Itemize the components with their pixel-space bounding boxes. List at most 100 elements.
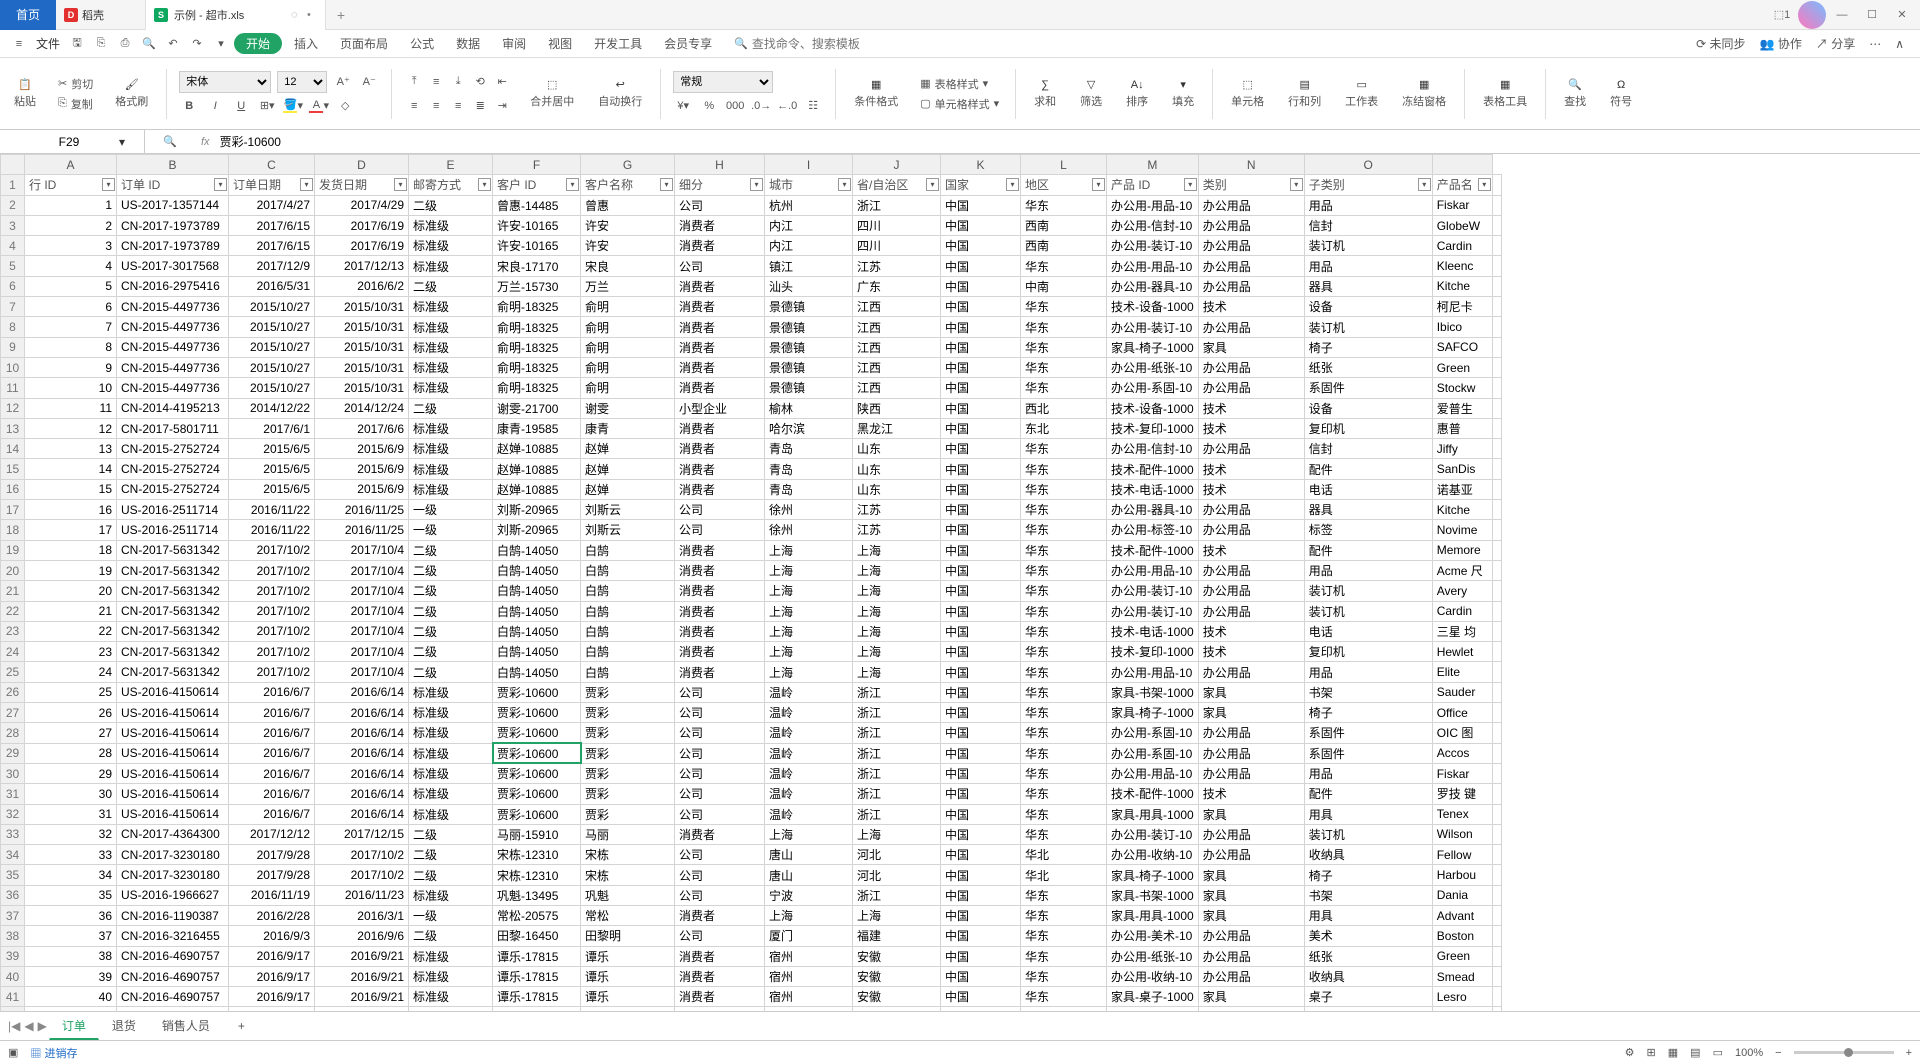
cell[interactable]: 宿州 [765, 966, 853, 986]
cell[interactable]: 系固件 [1304, 723, 1432, 743]
cell[interactable]: 华东 [1021, 500, 1107, 520]
vip-tab[interactable]: 会员专享 [654, 35, 722, 52]
cell[interactable]: 标准级 [409, 804, 493, 824]
row-header[interactable]: 33 [1, 824, 25, 844]
cell[interactable]: 上海 [853, 662, 941, 682]
cell[interactable]: 华东 [1021, 642, 1107, 662]
table-header-cell[interactable]: 客户名称▾ [581, 175, 675, 195]
cell[interactable]: 2017/10/2 [229, 601, 315, 621]
cell[interactable]: 山东 [853, 479, 941, 499]
cell[interactable]: 镇江 [765, 256, 853, 276]
row-header[interactable]: 40 [1, 966, 25, 986]
col-header[interactable]: B [117, 155, 229, 175]
cell[interactable]: 华东 [1021, 723, 1107, 743]
cell[interactable]: CN-2016-1190387 [117, 905, 229, 925]
cell[interactable]: 中国 [941, 418, 1021, 438]
cell[interactable]: 贾彩-10600 [493, 723, 581, 743]
align-mid-icon[interactable]: ≡ [426, 72, 446, 92]
row-header[interactable]: 37 [1, 905, 25, 925]
cell[interactable]: 办公用品 [1198, 439, 1304, 459]
row-header[interactable]: 42 [1, 1007, 25, 1011]
cell[interactable]: 二级 [409, 662, 493, 682]
row-header[interactable]: 23 [1, 621, 25, 641]
cell[interactable]: 2017/6/15 [229, 236, 315, 256]
cell[interactable]: 2016/6/14 [315, 682, 409, 702]
filter-dropdown-icon[interactable]: ▾ [1006, 178, 1019, 191]
cell[interactable]: Memore [1432, 540, 1492, 560]
cell[interactable]: 常松-20575 [493, 905, 581, 925]
cell[interactable]: 华东 [1021, 905, 1107, 925]
cell[interactable]: 用品 [1304, 256, 1432, 276]
cell[interactable]: Sauder [1432, 682, 1492, 702]
cell[interactable]: 消费者 [675, 966, 765, 986]
cell[interactable]: 中国 [941, 723, 1021, 743]
cell[interactable]: 技术 [1198, 297, 1304, 317]
cell[interactable]: 3 [25, 236, 117, 256]
cell[interactable]: 书架 [1304, 682, 1432, 702]
cell[interactable]: 二级 [409, 276, 493, 296]
table-style-button[interactable]: ▦表格样式▾ [916, 75, 1003, 93]
cell[interactable]: 中国 [941, 439, 1021, 459]
cell[interactable]: 谭乐 [581, 966, 675, 986]
start-tab[interactable]: 开始 [234, 33, 282, 54]
cell[interactable]: 宋栋-12310 [493, 865, 581, 885]
cell[interactable]: 刘斯-20965 [493, 520, 581, 540]
cell[interactable]: CN-2017-5631342 [117, 540, 229, 560]
cell[interactable]: 一级 [409, 520, 493, 540]
cell[interactable]: Fellow [1432, 845, 1492, 865]
cell[interactable]: 16 [25, 500, 117, 520]
cell[interactable]: 中国 [941, 784, 1021, 804]
cell[interactable]: 办公用品 [1198, 824, 1304, 844]
cell[interactable]: 中南 [1021, 276, 1107, 296]
cell[interactable]: 标准级 [409, 459, 493, 479]
cell[interactable]: 一级 [409, 905, 493, 925]
cell[interactable]: 2017/4/27 [229, 195, 315, 215]
cell[interactable]: SAFCO [1432, 337, 1492, 357]
cell[interactable]: Wilson [1432, 824, 1492, 844]
cell[interactable]: 汕头 [765, 276, 853, 296]
cell[interactable]: 白鹄-14050 [493, 581, 581, 601]
namebox-dropdown-icon[interactable]: ▾ [119, 135, 125, 149]
cell[interactable]: 用具 [1304, 905, 1432, 925]
cell[interactable]: 中国 [941, 297, 1021, 317]
cell[interactable]: 消费者 [675, 459, 765, 479]
cell[interactable]: 上海 [853, 824, 941, 844]
cell[interactable]: 中国 [941, 642, 1021, 662]
cell[interactable]: 江苏 [853, 500, 941, 520]
cell[interactable]: 华东 [1021, 946, 1107, 966]
cell[interactable]: 办公用-纸张-10 [1107, 357, 1199, 377]
cell[interactable]: 西北 [1021, 398, 1107, 418]
numfmt-select[interactable]: 常规 [673, 71, 773, 93]
cell[interactable]: 技术 [1198, 418, 1304, 438]
currency-icon[interactable]: ¥▾ [673, 96, 693, 116]
cell[interactable]: 2017/10/2 [229, 662, 315, 682]
cell[interactable]: 中国 [941, 459, 1021, 479]
cell[interactable]: 唐山 [765, 845, 853, 865]
sheet-tab[interactable]: 订单 [49, 1012, 99, 1040]
cell[interactable]: 办公用-装订-10 [1107, 824, 1199, 844]
cell[interactable]: 家具-用具-1000 [1107, 804, 1199, 824]
sheet-tab[interactable]: 退货 [99, 1012, 149, 1040]
cell[interactable]: 徐佳-11875 [493, 1007, 581, 1011]
cell[interactable]: 公司 [675, 865, 765, 885]
col-header[interactable]: N [1198, 155, 1304, 175]
cell[interactable]: 消费者 [675, 439, 765, 459]
page-layout-tab[interactable]: 页面布局 [330, 35, 398, 52]
cell[interactable]: 赵婵 [581, 439, 675, 459]
cell[interactable]: 家具-书架-1000 [1107, 682, 1199, 702]
cell[interactable]: 消费者 [675, 601, 765, 621]
cell[interactable]: CN-2015-4497736 [117, 337, 229, 357]
justify-icon[interactable]: ≣ [470, 96, 490, 116]
table-header-cell[interactable]: 省/自治区▾ [853, 175, 941, 195]
cell[interactable]: 贾彩-10600 [493, 804, 581, 824]
cell[interactable]: 家具 [1198, 987, 1304, 1007]
cell[interactable]: 11 [25, 398, 117, 418]
cell[interactable]: 24 [25, 662, 117, 682]
cell[interactable]: 山东 [853, 439, 941, 459]
cell[interactable]: 华东 [1021, 621, 1107, 641]
cell[interactable]: 浙江 [853, 743, 941, 763]
font-select[interactable]: 宋体 [179, 71, 271, 93]
row-header[interactable]: 19 [1, 540, 25, 560]
cell[interactable]: 青岛 [765, 439, 853, 459]
cell[interactable]: 赵婵 [581, 479, 675, 499]
